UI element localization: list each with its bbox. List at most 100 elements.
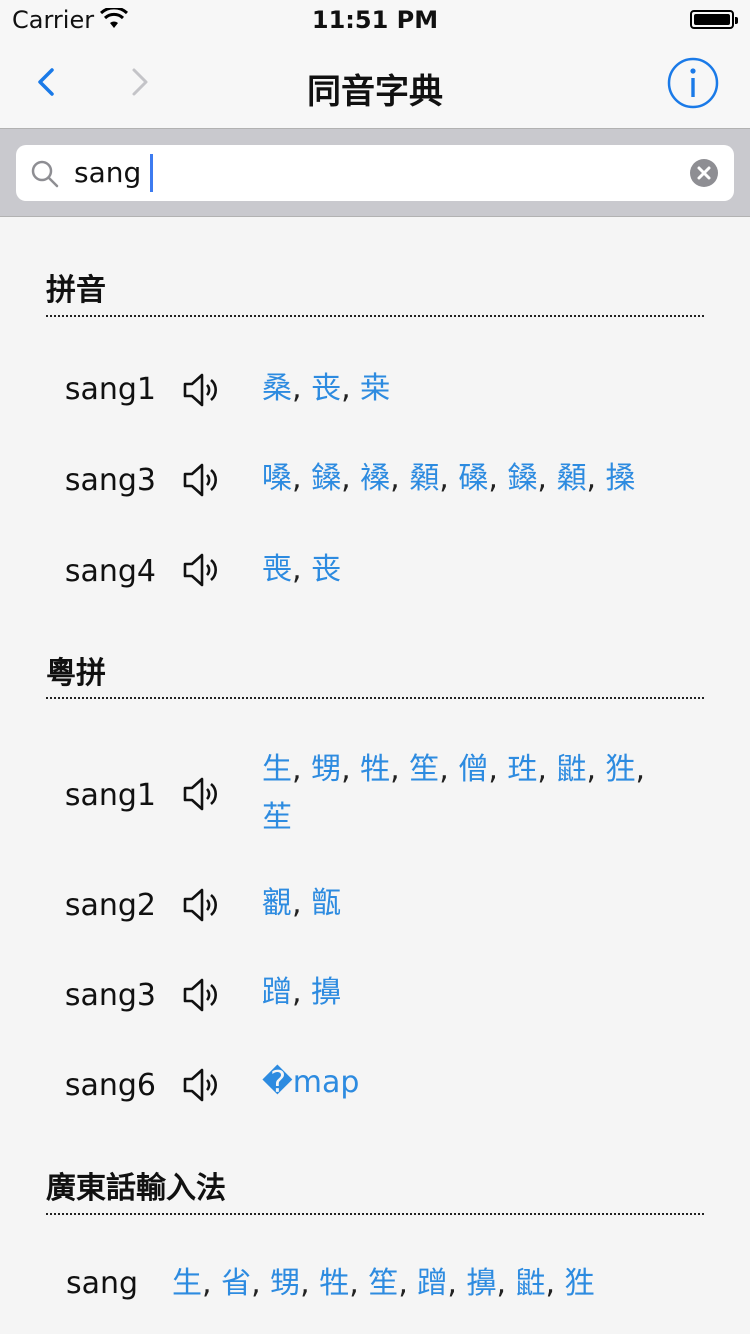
separator: , <box>349 1266 369 1301</box>
pinyin-label: sang3 <box>64 463 156 498</box>
separator: , <box>635 752 646 787</box>
separator: , <box>292 752 312 787</box>
search-bar <box>0 129 750 217</box>
character-link[interactable]: 擤 <box>311 975 341 1010</box>
character-link[interactable]: 鼪 <box>516 1266 546 1301</box>
pinyin-label: sang1 <box>64 372 156 407</box>
separator: , <box>488 752 508 787</box>
separator: , <box>398 1266 418 1301</box>
speaker-icon[interactable] <box>182 550 224 590</box>
clear-icon[interactable] <box>690 159 718 187</box>
ime-label: sang <box>66 1266 139 1301</box>
character-link[interactable]: 笙 <box>368 1266 398 1301</box>
search-field[interactable] <box>16 145 734 201</box>
jyutping-label: sang3 <box>64 978 156 1013</box>
separator: , <box>341 461 361 496</box>
section-title-ime: 廣東話輸入法 <box>46 1171 226 1206</box>
separator: , <box>537 752 557 787</box>
separator: , <box>586 752 606 787</box>
status-bar: Carrier 11:51 PM <box>0 0 750 40</box>
character-link[interactable]: 擤 <box>466 1266 496 1301</box>
section-title-pinyin: 拼音 <box>46 273 106 308</box>
character-link[interactable]: 牲 <box>319 1266 349 1301</box>
section-divider <box>46 1213 704 1215</box>
character-link[interactable]: 甥 <box>311 752 341 787</box>
character-link[interactable]: 狌 <box>606 752 636 787</box>
character-link[interactable]: 嗓 <box>262 461 292 496</box>
separator: , <box>439 461 459 496</box>
char-list: 生, 甥, 牲, 笙, 僧, 珄, 鼪, 狌, 苼 <box>262 746 672 842</box>
character-link[interactable]: 生 <box>172 1266 202 1301</box>
char-list: 蹭, 擤 <box>262 969 682 1017</box>
character-link[interactable]: 丧 <box>311 371 341 406</box>
speaker-icon[interactable] <box>182 460 224 500</box>
separator: , <box>292 552 312 587</box>
char-list: 喪, 丧 <box>262 546 682 594</box>
character-link[interactable]: 甥 <box>270 1266 300 1301</box>
jyutping-label: sang1 <box>64 778 156 813</box>
character-link[interactable]: 狌 <box>565 1266 595 1301</box>
character-link[interactable]: 蹭 <box>262 975 292 1010</box>
page-title: 同音字典 <box>307 72 443 112</box>
separator: , <box>292 975 312 1010</box>
battery-icon <box>690 10 738 29</box>
section-divider <box>46 315 704 317</box>
character-link[interactable]: 蹭 <box>417 1266 447 1301</box>
jyutping-label: sang6 <box>64 1068 156 1103</box>
info-icon[interactable] <box>666 56 720 110</box>
character-link[interactable]: 丧 <box>311 552 341 587</box>
separator: , <box>341 371 361 406</box>
character-link[interactable]: 僧 <box>458 752 488 787</box>
character-link[interactable]: 磉 <box>458 461 488 496</box>
character-link[interactable]: 桒 <box>360 371 390 406</box>
character-link[interactable]: 鎟 <box>311 461 341 496</box>
jyutping-label: sang2 <box>64 888 156 923</box>
character-link[interactable]: �map <box>262 1065 359 1100</box>
character-link[interactable]: 生 <box>262 752 292 787</box>
speaker-icon[interactable] <box>182 774 224 814</box>
section-divider <box>46 697 704 699</box>
separator: , <box>300 1266 320 1301</box>
character-link[interactable]: 牲 <box>360 752 390 787</box>
separator: , <box>488 461 508 496</box>
section-title-jyutping: 粵拼 <box>46 656 106 691</box>
text-caret <box>150 154 153 192</box>
character-link[interactable]: 喪 <box>262 552 292 587</box>
character-link[interactable]: 顙 <box>556 461 586 496</box>
character-link[interactable]: 苼 <box>262 800 292 835</box>
character-link[interactable]: 鎟 <box>507 461 537 496</box>
separator: , <box>390 461 410 496</box>
speaker-icon[interactable] <box>182 975 224 1015</box>
separator: , <box>292 461 312 496</box>
separator: , <box>390 752 410 787</box>
character-link[interactable]: 鼪 <box>556 752 586 787</box>
separator: , <box>292 371 312 406</box>
speaker-icon[interactable] <box>182 1065 224 1105</box>
character-link[interactable]: 搡 <box>606 461 636 496</box>
separator: , <box>439 752 459 787</box>
search-icon <box>31 160 59 188</box>
char-list: 桑, 丧, 桒 <box>262 365 682 413</box>
separator: , <box>447 1266 467 1301</box>
character-link[interactable]: 顙 <box>409 461 439 496</box>
char-list: �map <box>262 1059 682 1107</box>
pinyin-label: sang4 <box>64 554 156 589</box>
search-input[interactable] <box>74 154 674 192</box>
character-link[interactable]: 珄 <box>507 752 537 787</box>
character-link[interactable]: 褬 <box>360 461 390 496</box>
speaker-icon[interactable] <box>182 370 224 410</box>
nav-bar: 同音字典 <box>0 40 750 129</box>
character-link[interactable]: 甑 <box>311 886 341 921</box>
character-link[interactable]: 笙 <box>409 752 439 787</box>
character-link[interactable]: 省 <box>221 1266 251 1301</box>
separator: , <box>202 1266 222 1301</box>
speaker-icon[interactable] <box>182 885 224 925</box>
char-list: 生, 省, 甥, 牲, 笙, 蹭, 擤, 鼪, 狌 <box>172 1260 732 1308</box>
separator: , <box>341 752 361 787</box>
character-link[interactable]: 桑 <box>262 371 292 406</box>
char-list: 覾, 甑 <box>262 880 682 928</box>
separator: , <box>496 1266 516 1301</box>
char-list: 嗓, 鎟, 褬, 顙, 磉, 鎟, 顙, 搡 <box>262 455 732 503</box>
separator: , <box>251 1266 271 1301</box>
character-link[interactable]: 覾 <box>262 886 292 921</box>
